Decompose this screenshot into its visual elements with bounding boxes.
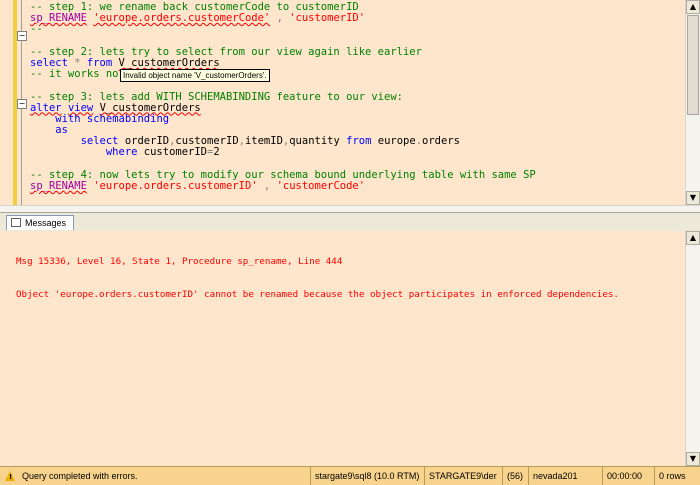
database-name: nevada201 xyxy=(528,467,602,485)
code-line[interactable]: -- it works no xyxy=(30,69,536,80)
code-token: sp_RENAME xyxy=(30,12,87,25)
code-line[interactable]: sp_RENAME 'europe.orders.customerID' , '… xyxy=(30,180,536,192)
code-token: alter xyxy=(30,101,62,114)
code-token: quantity xyxy=(289,135,347,148)
code-line[interactable]: -- xyxy=(30,24,536,35)
code-token: orderID xyxy=(118,135,170,148)
code-token: with schemabinding xyxy=(55,112,170,125)
code-token: -- step 4: now lets try to modify our sc… xyxy=(30,168,536,181)
messages-icon xyxy=(11,218,21,227)
tab-messages[interactable]: Messages xyxy=(6,215,74,230)
code-token: 2 xyxy=(213,146,220,159)
code-token: from xyxy=(346,135,372,148)
messages-vertical-scrollbar[interactable]: ▲ ▼ xyxy=(685,231,700,466)
server-name: stargate9\sql8 (10.0 RTM) xyxy=(310,467,424,485)
code-token: * xyxy=(67,56,87,69)
code-token: 'europe.orders.customerID' xyxy=(93,180,258,192)
code-token: V_customerOrders xyxy=(118,56,220,69)
user-name: STARGATE9\der xyxy=(424,467,502,485)
elapsed-time: 00:00:00 xyxy=(602,467,654,485)
tab-messages-label: Messages xyxy=(25,218,67,228)
row-count: 0 rows xyxy=(654,467,700,485)
collapse-toggle[interactable]: − xyxy=(17,99,27,109)
code-token: from xyxy=(86,56,113,69)
code-token: orders xyxy=(422,135,460,148)
collapse-toggle[interactable]: − xyxy=(17,31,27,41)
messages-pane[interactable]: Msg 15336, Level 16, State 1, Procedure … xyxy=(0,231,686,466)
results-tabbar: Messages xyxy=(0,212,700,232)
code-line[interactable]: with schemabinding xyxy=(30,112,536,125)
code-token: select xyxy=(80,135,119,148)
code-area[interactable]: -- step 1: we rename back customerCode t… xyxy=(30,1,536,192)
code-token: customerID xyxy=(175,135,239,148)
code-token: -- step 2: lets try to select from our v… xyxy=(30,45,422,58)
query-status: Query completed with errors. xyxy=(22,471,138,481)
error-tooltip: Invalid object name 'V_customerOrders'. xyxy=(120,69,270,82)
scroll-up-icon[interactable]: ▲ xyxy=(686,231,700,245)
query-editor[interactable]: − − -- step 1: we rename back customerCo… xyxy=(0,0,700,212)
scroll-down-icon[interactable]: ▼ xyxy=(686,191,700,205)
code-token: , xyxy=(257,180,277,192)
scroll-up-icon[interactable]: ▲ xyxy=(686,0,700,14)
editor-vertical-scrollbar[interactable]: ▲ ▼ xyxy=(685,0,700,205)
code-token: 'europe.orders.customerCode' xyxy=(93,12,271,25)
code-token: 'customerID' xyxy=(289,12,366,25)
code-token: -- xyxy=(30,23,43,36)
message-line: Object 'europe.orders.customerID' cannot… xyxy=(16,289,619,300)
code-token: sp_RENAME xyxy=(30,180,87,192)
scroll-down-icon[interactable]: ▼ xyxy=(686,452,700,466)
code-token: select xyxy=(30,56,68,69)
code-token: -- step 1: we rename back customerCode t… xyxy=(30,1,359,13)
code-token: itemID xyxy=(244,135,283,148)
scroll-thumb[interactable] xyxy=(687,15,699,115)
code-token: europe xyxy=(371,135,416,148)
code-token: where xyxy=(105,146,138,159)
editor-gutter: − − xyxy=(0,0,28,205)
code-token: 'customerCode' xyxy=(276,180,366,192)
code-token: view xyxy=(67,101,94,114)
code-token: -- step 3: lets add WITH SCHEMABINDING f… xyxy=(30,90,403,103)
code-line[interactable]: where customerID=2 xyxy=(30,147,536,158)
code-token: as xyxy=(55,124,68,137)
code-token: V_customerOrders xyxy=(99,101,201,114)
code-token: , xyxy=(270,12,290,25)
spid: (56) xyxy=(502,467,528,485)
status-bar: ! Query completed with errors. stargate9… xyxy=(0,466,700,485)
code-token: customerID xyxy=(137,146,208,159)
code-line[interactable]: sp_RENAME 'europe.orders.customerCode' ,… xyxy=(30,13,536,24)
editor-horizontal-scrollbar[interactable] xyxy=(0,205,700,212)
message-line: Msg 15336, Level 16, State 1, Procedure … xyxy=(16,256,343,267)
code-token: -- it works no xyxy=(30,68,119,81)
